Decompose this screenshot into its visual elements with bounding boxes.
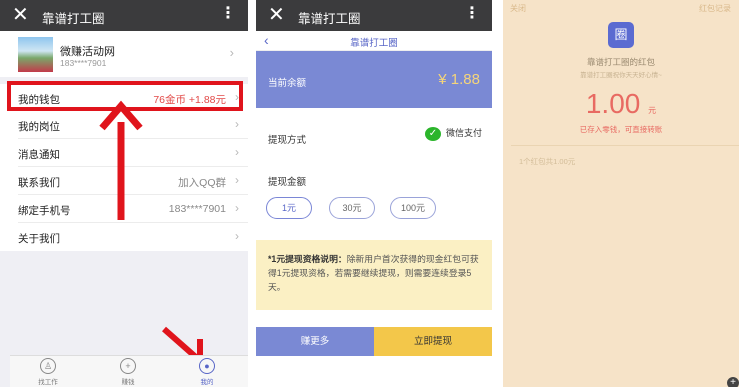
avatar <box>18 37 53 72</box>
close-link[interactable]: 关闭 <box>510 3 526 14</box>
tab-label: 我的 <box>200 379 214 386</box>
tab-mine[interactable]: ● 我的 <box>187 358 227 386</box>
chevron-right-icon: › <box>235 173 239 187</box>
tab-label: 赚钱 <box>121 379 135 386</box>
chevron-right-icon: › <box>235 117 239 131</box>
menu-item-label: 关于我们 <box>18 233 60 245</box>
withdraw-note: *1元提现资格说明：除新用户首次获得的现金红包可获得1元提现资格，若需要继续提现… <box>256 240 492 310</box>
amount-label: 提现金额 <box>268 177 307 188</box>
menu-item-label: 我的岗位 <box>18 121 60 133</box>
tab-find-job[interactable]: ♙ 找工作 <box>28 358 68 386</box>
records-link[interactable]: 红包记录 <box>699 3 731 14</box>
balance-value: ¥ 1.88 <box>438 71 480 88</box>
app-title: 靠谱打工圈 <box>42 12 105 26</box>
chevron-right-icon: › <box>235 229 239 243</box>
deposit-note[interactable]: 已存入零钱，可直接转账 <box>503 124 739 135</box>
close-icon[interactable]: ✕ <box>268 3 285 27</box>
earn-more-button[interactable]: 赚更多 <box>256 327 374 356</box>
app-logo-icon: 圈 <box>608 22 634 48</box>
amount-option-1[interactable]: 1元 <box>266 197 312 219</box>
close-icon[interactable]: ✕ <box>12 3 29 27</box>
method-label: 提现方式 <box>268 135 307 146</box>
wechat-pay-option[interactable]: ✓ 微信支付 <box>424 126 482 141</box>
chevron-right-icon: › <box>235 145 239 159</box>
menu-item-about[interactable]: 关于我们 › <box>0 223 248 251</box>
packet-count: 1个红包共1.00元 <box>519 157 576 166</box>
method-value: 微信支付 <box>445 128 482 138</box>
contact-value: 加入QQ群 <box>178 177 226 189</box>
chevron-right-icon: › <box>235 201 239 215</box>
divider <box>511 145 739 146</box>
page-title: 靠谱打工圈 <box>350 38 398 49</box>
bottom-tab-bar: ♙ 找工作 + 赚钱 ● 我的 <box>10 355 248 387</box>
amount-value: 1.00 <box>585 88 641 119</box>
app-title-bar: ✕ 靠谱打工圈 ⋮ <box>0 0 248 31</box>
menu-item-label: 绑定手机号 <box>18 205 71 217</box>
menu-item-label: 消息通知 <box>18 149 60 161</box>
balance-label: 当前余额 <box>268 78 307 89</box>
app-title-bar: ✕ 靠谱打工圈 ⋮ <box>256 0 492 31</box>
up-arrow-annotation <box>99 100 143 220</box>
profile-name: 微赚活动网 <box>60 46 115 58</box>
red-packet-header: 关闭 红包记录 <box>503 0 739 14</box>
profile-card[interactable]: 微赚活动网 183****7901 › <box>0 31 248 77</box>
bound-phone: 183****7901 <box>168 203 226 215</box>
bottle-icon: ♙ <box>40 358 56 374</box>
withdraw-now-button[interactable]: 立即提现 <box>374 327 492 356</box>
note-title: *1元提现资格说明： <box>268 254 347 264</box>
page-header: ‹ 靠谱打工圈 <box>256 31 492 51</box>
tab-earn[interactable]: + 赚钱 <box>108 358 148 386</box>
amount-option-30[interactable]: 30元 <box>329 197 375 219</box>
left-screen: ✕ 靠谱打工圈 ⋮ 微赚活动网 183****7901 › 我的钱包 76金币 … <box>0 0 248 387</box>
balance-card: 当前余额 ¥ 1.88 <box>256 51 492 108</box>
packet-title: 靠谱打工圈的红包 <box>586 57 655 67</box>
profile-phone: 183****7901 <box>60 58 107 68</box>
right-screen: 关闭 红包记录 圈 靠谱打工圈的红包 靠谱打工圈祝你天天好心情~ 1.00 元 … <box>503 0 739 387</box>
more-icon[interactable]: ⋮ <box>220 5 236 23</box>
more-icon[interactable]: ⋮ <box>464 5 480 23</box>
middle-screen: ✕ 靠谱打工圈 ⋮ ‹ 靠谱打工圈 当前余额 ¥ 1.88 提现方式 ✓ 微信支付… <box>256 0 492 387</box>
user-icon: ● <box>199 358 215 374</box>
menu-item-label: 联系我们 <box>18 177 60 189</box>
tab-label: 找工作 <box>38 379 58 386</box>
packet-subtitle: 靠谱打工圈祝你天天好心情~ <box>580 72 662 79</box>
amount-option-100[interactable]: 100元 <box>390 197 436 219</box>
packet-amount: 1.00 元 <box>503 88 739 120</box>
amount-unit: 元 <box>648 106 657 115</box>
coin-icon: + <box>120 358 136 374</box>
app-title: 靠谱打工圈 <box>298 12 361 26</box>
wechat-icon: ✓ <box>424 126 441 141</box>
plus-icon[interactable]: + <box>727 377 739 387</box>
chevron-right-icon: › <box>229 45 234 60</box>
